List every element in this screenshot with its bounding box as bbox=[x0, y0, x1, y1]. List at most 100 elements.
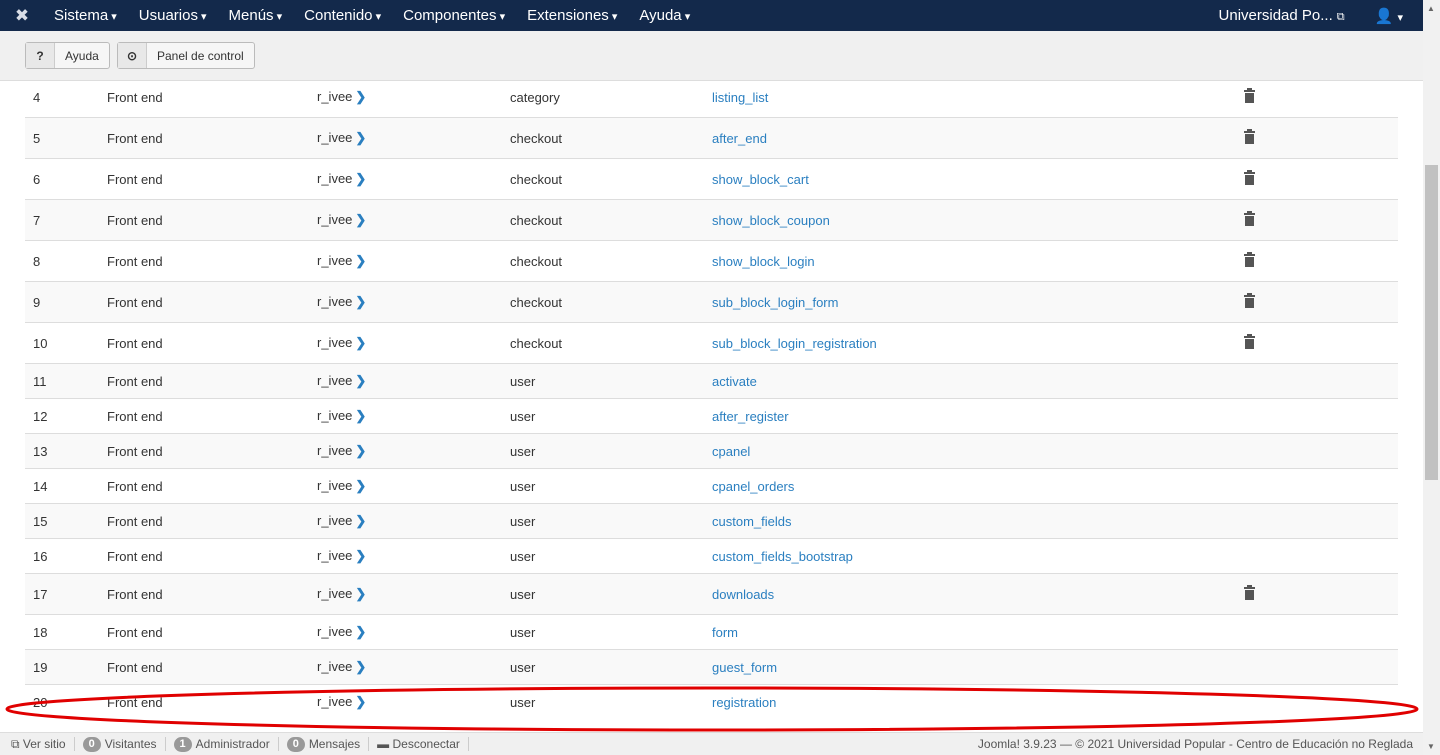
row-template[interactable]: r_ivee ❯ bbox=[309, 158, 502, 200]
view-site-link[interactable]: ⧉ Ver sitio bbox=[0, 737, 75, 751]
trash-icon[interactable] bbox=[1244, 333, 1255, 349]
chevron-right-icon: ❯ bbox=[355, 89, 367, 104]
row-template[interactable]: r_ivee ❯ bbox=[309, 684, 502, 720]
chevron-right-icon: ❯ bbox=[355, 212, 367, 227]
row-view: checkout bbox=[502, 199, 704, 241]
user-icon: 👤 bbox=[1374, 7, 1394, 25]
row-id: 5 bbox=[25, 117, 99, 159]
table-row: 12 Front end r_ivee ❯ user after_register bbox=[25, 398, 1398, 434]
row-location: Front end bbox=[99, 684, 309, 720]
row-template[interactable]: r_ivee ❯ bbox=[309, 117, 502, 159]
trash-icon[interactable] bbox=[1244, 87, 1255, 103]
override-file-link[interactable]: cpanel bbox=[712, 444, 750, 459]
menu-ayuda[interactable]: Ayuda bbox=[627, 7, 700, 24]
caret-down-icon: ▾ bbox=[1397, 11, 1403, 24]
row-template[interactable]: r_ivee ❯ bbox=[309, 614, 502, 650]
row-template[interactable]: r_ivee ❯ bbox=[309, 240, 502, 282]
table-row: 18 Front end r_ivee ❯ user form bbox=[25, 614, 1398, 650]
row-id: 18 bbox=[25, 614, 99, 650]
trash-icon[interactable] bbox=[1244, 169, 1255, 185]
row-id: 8 bbox=[25, 240, 99, 282]
menu-extensiones[interactable]: Extensiones bbox=[515, 7, 627, 24]
row-template[interactable]: r_ivee ❯ bbox=[309, 363, 502, 399]
trash-icon[interactable] bbox=[1244, 251, 1255, 267]
trash-icon[interactable] bbox=[1244, 210, 1255, 226]
row-id: 17 bbox=[25, 573, 99, 615]
row-id: 12 bbox=[25, 398, 99, 434]
messages-link[interactable]: 0 Mensajes bbox=[279, 736, 370, 752]
row-template[interactable]: r_ivee ❯ bbox=[309, 322, 502, 364]
override-file-link[interactable]: form bbox=[712, 625, 738, 640]
template-name: r_ivee bbox=[317, 694, 353, 710]
row-template[interactable]: r_ivee ❯ bbox=[309, 398, 502, 434]
row-template[interactable]: r_ivee ❯ bbox=[309, 281, 502, 323]
override-file-link[interactable]: sub_block_login_registration bbox=[712, 336, 877, 351]
scrollbar-thumb[interactable] bbox=[1425, 165, 1438, 480]
menu-usuarios[interactable]: Usuarios bbox=[127, 7, 217, 24]
chevron-right-icon: ❯ bbox=[355, 294, 367, 309]
chevron-right-icon: ❯ bbox=[355, 694, 367, 710]
override-file-link[interactable]: after_register bbox=[712, 409, 789, 424]
row-id: 11 bbox=[25, 363, 99, 399]
row-template[interactable]: r_ivee ❯ bbox=[309, 468, 502, 504]
trash-icon[interactable] bbox=[1244, 128, 1255, 144]
override-file-link[interactable]: show_block_cart bbox=[712, 172, 809, 187]
scrollbar[interactable]: ▲ ▼ bbox=[1423, 0, 1440, 755]
visitors-link[interactable]: 0 Visitantes bbox=[75, 736, 166, 752]
row-template[interactable]: r_ivee ❯ bbox=[309, 433, 502, 469]
chevron-right-icon: ❯ bbox=[355, 586, 367, 601]
override-file-link[interactable]: downloads bbox=[712, 587, 774, 602]
menu-sistema[interactable]: Sistema bbox=[42, 7, 127, 24]
logout-link[interactable]: ▬ Desconectar bbox=[369, 737, 469, 751]
override-file-link[interactable]: cpanel_orders bbox=[712, 479, 794, 494]
chevron-right-icon: ❯ bbox=[355, 408, 367, 423]
trash-icon[interactable] bbox=[1244, 292, 1255, 308]
row-id: 13 bbox=[25, 433, 99, 469]
template-name: r_ivee bbox=[317, 171, 353, 186]
menu-menús[interactable]: Menús bbox=[217, 7, 293, 24]
row-template[interactable]: r_ivee ❯ bbox=[309, 503, 502, 539]
row-location: Front end bbox=[99, 433, 309, 469]
template-name: r_ivee bbox=[317, 130, 353, 145]
override-file-link[interactable]: registration bbox=[712, 695, 776, 710]
site-link[interactable]: Universidad Po... ⧉ bbox=[1219, 7, 1345, 24]
help-button[interactable]: ? Ayuda bbox=[25, 42, 110, 69]
row-id: 14 bbox=[25, 468, 99, 504]
override-file-link[interactable]: show_block_coupon bbox=[712, 213, 830, 228]
override-file-link[interactable]: after_end bbox=[712, 131, 767, 146]
override-file-link[interactable]: show_block_login bbox=[712, 254, 815, 269]
row-id: 10 bbox=[25, 322, 99, 364]
override-file-link[interactable]: activate bbox=[712, 374, 757, 389]
row-template[interactable]: r_ivee ❯ bbox=[309, 573, 502, 615]
scroll-down-icon[interactable]: ▼ bbox=[1427, 742, 1435, 751]
row-template[interactable]: r_ivee ❯ bbox=[309, 649, 502, 685]
menu-componentes[interactable]: Componentes bbox=[391, 7, 515, 24]
minus-icon: ▬ bbox=[377, 737, 393, 751]
override-file-link[interactable]: sub_block_login_form bbox=[712, 295, 838, 310]
menu-contenido[interactable]: Contenido bbox=[292, 7, 391, 24]
override-file-link[interactable]: custom_fields bbox=[712, 514, 791, 529]
joomla-logo-icon[interactable]: ✖ bbox=[2, 6, 42, 26]
row-location: Front end bbox=[99, 82, 309, 118]
control-panel-button[interactable]: ⊙ Panel de control bbox=[117, 42, 255, 69]
table-row: 20 Front end r_ivee ❯ user registration bbox=[25, 684, 1398, 720]
row-view: user bbox=[502, 503, 704, 539]
row-view: user bbox=[502, 468, 704, 504]
row-template[interactable]: r_ivee ❯ bbox=[309, 199, 502, 241]
override-file-link[interactable]: custom_fields_bootstrap bbox=[712, 549, 853, 564]
override-file-link[interactable]: listing_list bbox=[712, 90, 768, 105]
row-id: 19 bbox=[25, 649, 99, 685]
row-template[interactable]: r_ivee ❯ bbox=[309, 538, 502, 574]
row-location: Front end bbox=[99, 281, 309, 323]
row-template[interactable]: r_ivee ❯ bbox=[309, 82, 502, 118]
messages-badge: 0 bbox=[286, 736, 305, 752]
admins-link[interactable]: 1 Administrador bbox=[166, 736, 279, 752]
scroll-up-icon[interactable]: ▲ bbox=[1427, 4, 1435, 13]
override-file-link[interactable]: guest_form bbox=[712, 660, 777, 675]
user-menu[interactable]: 👤 ▾ bbox=[1375, 7, 1403, 25]
table-row: 13 Front end r_ivee ❯ user cpanel bbox=[25, 433, 1398, 469]
visitors-badge: 0 bbox=[82, 736, 101, 752]
trash-icon[interactable] bbox=[1244, 584, 1255, 600]
table-row: 9 Front end r_ivee ❯ checkout sub_block_l… bbox=[25, 281, 1398, 323]
table-row: 4 Front end r_ivee ❯ category listing_lis… bbox=[25, 82, 1398, 118]
